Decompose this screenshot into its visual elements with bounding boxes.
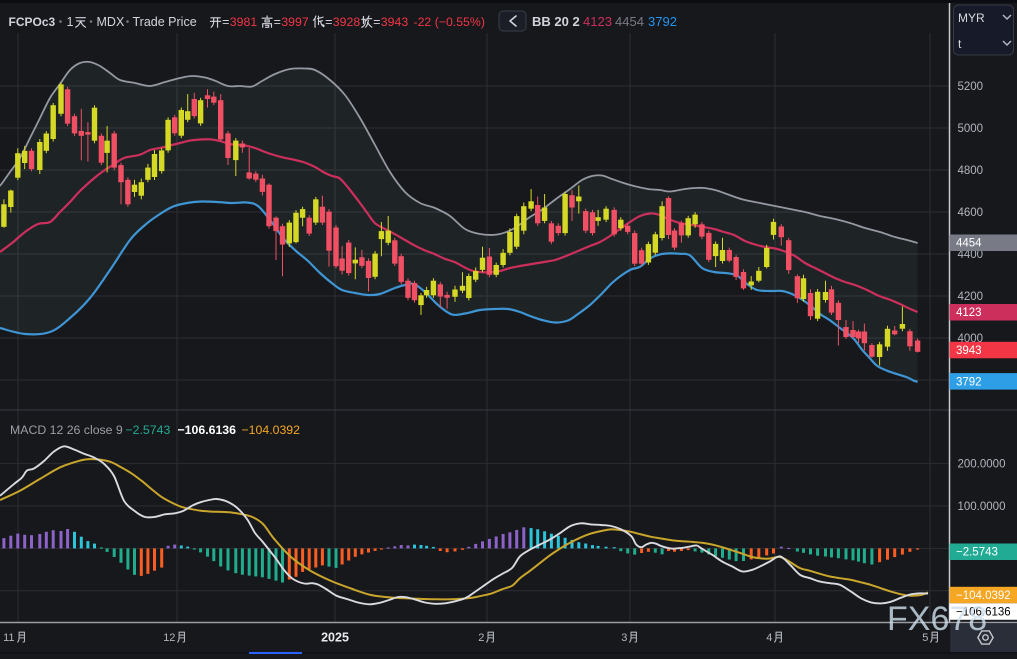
- svg-text:5000: 5000: [958, 123, 984, 135]
- svg-text:3: 3: [621, 632, 627, 644]
- svg-text:5200: 5200: [958, 81, 984, 93]
- svg-text:1: 1: [67, 15, 74, 29]
- svg-text:4800: 4800: [958, 165, 984, 177]
- svg-text:3792: 3792: [956, 376, 982, 388]
- svg-text:3997: 3997: [281, 15, 309, 29]
- svg-text:MYR: MYR: [958, 11, 985, 25]
- svg-text:3943: 3943: [956, 345, 982, 357]
- svg-text:11: 11: [3, 632, 14, 644]
- svg-text:=: =: [274, 15, 281, 29]
- svg-text:4454: 4454: [615, 14, 644, 29]
- svg-text:4454: 4454: [956, 238, 982, 250]
- svg-text:4123: 4123: [956, 307, 982, 319]
- svg-text:4200: 4200: [958, 291, 984, 303]
- svg-text:=: =: [325, 15, 332, 29]
- svg-text:2: 2: [478, 632, 484, 644]
- svg-text:MDX: MDX: [97, 15, 125, 29]
- svg-text:−2.5743: −2.5743: [126, 423, 171, 437]
- svg-text:MACD 12 26 close 9: MACD 12 26 close 9: [10, 423, 123, 437]
- svg-text:-22 (−0.55%): -22 (−0.55%): [414, 15, 485, 29]
- svg-text:4123: 4123: [583, 14, 612, 29]
- svg-text:−2.5743: −2.5743: [956, 547, 998, 559]
- svg-text:3943: 3943: [381, 15, 409, 29]
- svg-text:3981: 3981: [230, 15, 258, 29]
- svg-text:100.0000: 100.0000: [958, 501, 1006, 513]
- svg-text:BB 20 2: BB 20 2: [532, 14, 580, 29]
- svg-text:=: =: [373, 15, 380, 29]
- svg-text:2025: 2025: [321, 631, 349, 645]
- svg-text:=: =: [222, 15, 229, 29]
- svg-text:−106.6136: −106.6136: [178, 423, 237, 437]
- svg-text:4600: 4600: [958, 207, 984, 219]
- svg-text:3928: 3928: [333, 15, 361, 29]
- svg-text:12: 12: [163, 632, 175, 644]
- svg-text:3792: 3792: [648, 14, 677, 29]
- svg-text:FCPOc3: FCPOc3: [9, 15, 56, 29]
- svg-text:−104.0392: −104.0392: [242, 423, 301, 437]
- svg-text:FX678: FX678: [887, 600, 987, 638]
- svg-text:Trade Price: Trade Price: [133, 15, 197, 29]
- svg-text:4: 4: [766, 632, 772, 644]
- svg-text:200.0000: 200.0000: [958, 459, 1006, 471]
